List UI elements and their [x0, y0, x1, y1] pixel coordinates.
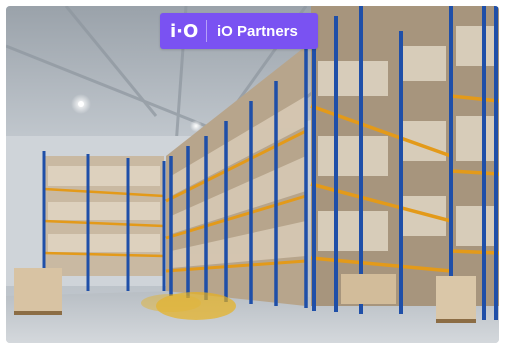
partner-badge: i·O iO Partners: [160, 13, 318, 49]
partner-name: iO Partners: [217, 22, 298, 40]
photo-frame: i·O iO Partners: [6, 6, 499, 343]
right-racks: [310, 6, 499, 320]
io-logo: i·O: [170, 20, 199, 42]
warehouse-photo: [6, 6, 499, 343]
badge-divider: [206, 20, 207, 42]
